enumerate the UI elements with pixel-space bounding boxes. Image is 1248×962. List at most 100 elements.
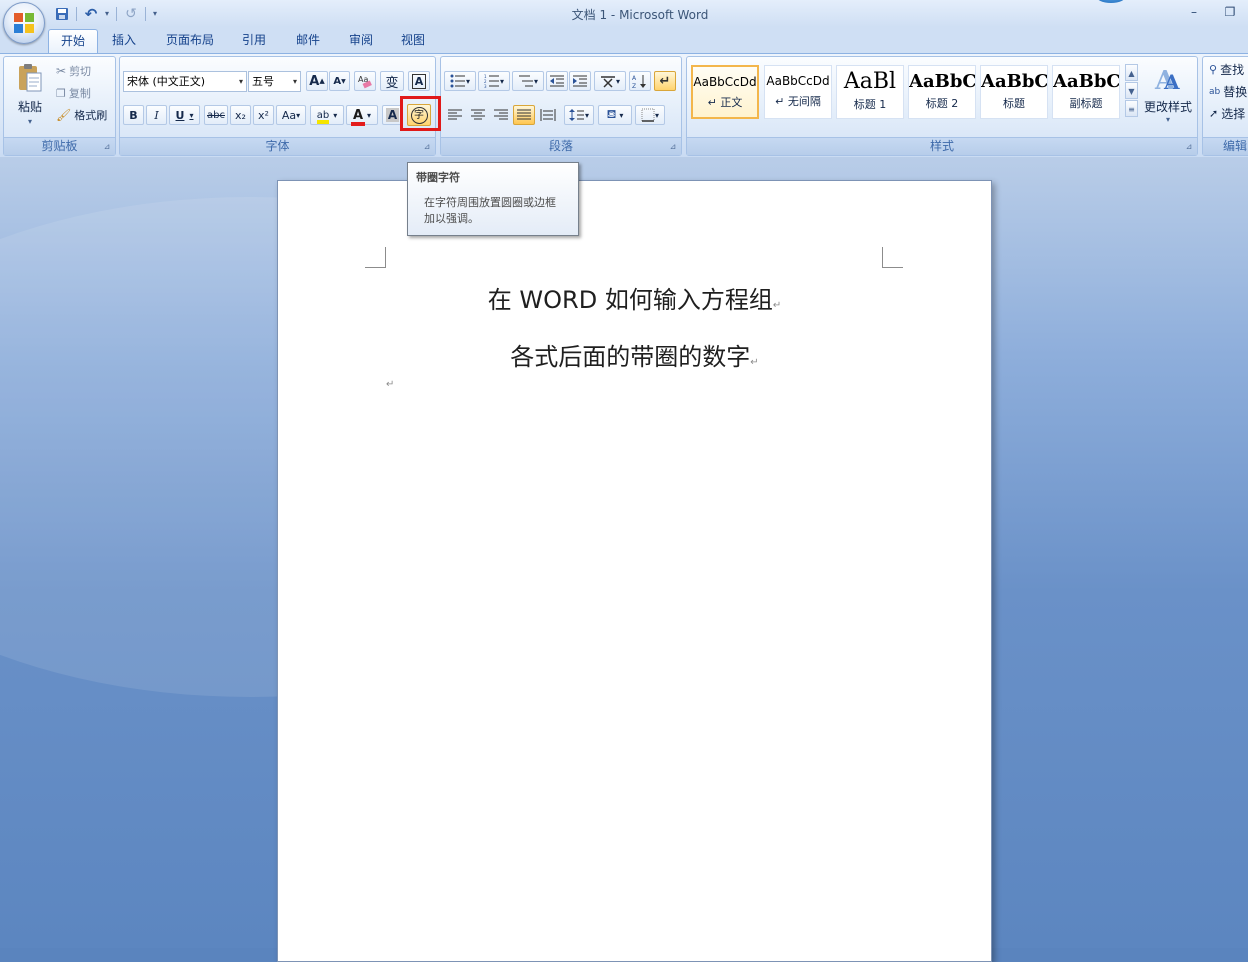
styles-group: AaBbCcDd ↵ 正文 AaBbCcDd ↵ 无间隔 AaBl 标题 1 A… xyxy=(686,56,1198,156)
strikethrough-button[interactable]: abc xyxy=(204,105,228,125)
replace-button[interactable]: ab 替换 xyxy=(1209,83,1247,100)
change-styles-button[interactable]: A A 更改样式 ▾ xyxy=(1141,61,1195,133)
tab-home[interactable]: 开始 xyxy=(48,29,99,53)
increase-indent-button[interactable] xyxy=(569,71,591,91)
style-title[interactable]: AaBbC 标题 xyxy=(980,65,1048,119)
font-size-dropdown-icon[interactable]: ▾ xyxy=(293,72,297,91)
tab-insert[interactable]: 插入 xyxy=(100,29,148,53)
style-heading-2[interactable]: AaBbC 标题 2 xyxy=(908,65,976,119)
align-left-button[interactable] xyxy=(444,105,466,125)
subscript-button[interactable]: x₂ xyxy=(230,105,251,125)
cut-button[interactable]: ✂ 剪切 xyxy=(56,61,91,81)
replace-icon: ab xyxy=(1209,86,1221,97)
tab-references[interactable]: 引用 xyxy=(230,29,278,53)
line-spacing-button[interactable]: ▾ xyxy=(564,105,594,125)
document-page[interactable]: 在 WORD 如何输入方程组↵ 各式后面的带圈的数字↵ ↵ xyxy=(277,180,992,962)
style-name: 副标题 xyxy=(1069,97,1103,110)
decrease-indent-button[interactable] xyxy=(546,71,568,91)
empty-paragraph-mark: ↵ xyxy=(386,379,395,390)
increase-indent-icon xyxy=(573,75,587,87)
style-sample: AaBbCcDd xyxy=(693,75,757,89)
style-heading-1[interactable]: AaBl 标题 1 xyxy=(836,65,904,119)
underline-button[interactable]: U ▾ xyxy=(169,105,200,125)
change-styles-dropdown-icon[interactable]: ▾ xyxy=(1141,115,1195,124)
select-button[interactable]: ➚ 选择 xyxy=(1209,105,1245,122)
chinese-layout-button[interactable]: ▾ xyxy=(594,71,626,91)
numbering-button[interactable]: 1 2 3 ▾ xyxy=(478,71,510,91)
gallery-more-icon[interactable]: ≡ xyxy=(1125,100,1138,117)
phonetic-guide-button[interactable]: 变 xyxy=(380,71,404,91)
tab-view[interactable]: 视图 xyxy=(389,29,437,53)
format-painter-label: 格式刷 xyxy=(74,109,108,122)
tab-review[interactable]: 审阅 xyxy=(337,29,385,53)
paste-button[interactable]: 粘贴 ▾ xyxy=(10,61,50,135)
format-painter-button[interactable]: 🖌 格式刷 xyxy=(56,105,107,125)
style-sample: AaBbC xyxy=(981,71,1047,92)
borders-button[interactable]: ▾ xyxy=(635,105,665,125)
help-orb-icon[interactable] xyxy=(1096,0,1126,3)
bold-icon: B xyxy=(129,108,138,122)
sort-button[interactable]: AZ xyxy=(629,71,651,91)
align-center-button[interactable] xyxy=(467,105,489,125)
superscript-button[interactable]: x² xyxy=(253,105,274,125)
document-line-1[interactable]: 在 WORD 如何输入方程组↵ xyxy=(278,280,991,315)
line-1-text: 在 WORD 如何输入方程组 xyxy=(487,286,773,314)
align-right-button[interactable] xyxy=(490,105,512,125)
font-color-dropdown-icon[interactable]: ▾ xyxy=(367,111,371,120)
font-color-icon: A xyxy=(350,107,366,126)
svg-text:Z: Z xyxy=(632,83,636,89)
minimize-icon[interactable]: – xyxy=(1182,3,1206,21)
styles-launcher-icon[interactable]: ⊿ xyxy=(1184,142,1194,152)
justify-button[interactable] xyxy=(513,105,535,125)
multilevel-list-button[interactable]: ▾ xyxy=(512,71,544,91)
document-line-2[interactable]: 各式后面的带圈的数字↵ xyxy=(278,337,991,372)
title-bar: ↶ ▾ ↺ ▾ 文档 1 - Microsoft Word – ❐ xyxy=(0,0,1248,44)
restore-icon[interactable]: ❐ xyxy=(1218,3,1242,21)
show-hide-marks-button[interactable]: ↵ xyxy=(654,71,676,91)
italic-button[interactable]: I xyxy=(146,105,167,125)
grow-font-button[interactable]: A ▲ xyxy=(306,71,328,91)
font-name-combo[interactable]: 宋体 (中文正文) ▾ xyxy=(123,71,247,92)
style-subtitle[interactable]: AaBbC 副标题 xyxy=(1052,65,1120,119)
clear-formatting-button[interactable]: Aa xyxy=(354,71,376,91)
highlight-dropdown-icon[interactable]: ▾ xyxy=(333,111,337,120)
office-logo-icon xyxy=(14,13,34,33)
copy-button[interactable]: ❐ 复制 xyxy=(56,83,91,103)
distributed-button[interactable] xyxy=(537,105,559,125)
underline-dropdown-icon[interactable]: ▾ xyxy=(189,111,193,120)
tab-page-layout[interactable]: 页面布局 xyxy=(154,29,226,53)
ribbon: 粘贴 ▾ ✂ 剪切 ❐ 复制 🖌 格式刷 剪贴板 ⊿ 宋体 (中文正文) ▾ 五… xyxy=(0,53,1248,159)
find-button[interactable]: ⚲ 查找 xyxy=(1209,61,1244,78)
paintbrush-icon: 🖌 xyxy=(56,108,72,122)
gallery-scroll-down-icon[interactable]: ▼ xyxy=(1125,82,1138,99)
font-size-value: 五号 xyxy=(252,75,274,88)
select-label: 选择 xyxy=(1221,107,1246,121)
gallery-scroll-up-icon[interactable]: ▲ xyxy=(1125,64,1138,81)
tab-mailings[interactable]: 邮件 xyxy=(284,29,332,53)
character-border-icon: A xyxy=(411,73,427,89)
font-color-button[interactable]: A ▾ xyxy=(346,105,378,126)
office-button[interactable] xyxy=(3,2,45,44)
character-border-button[interactable]: A xyxy=(408,71,430,91)
change-case-dropdown-icon[interactable]: ▾ xyxy=(296,111,300,120)
style-normal[interactable]: AaBbCcDd ↵ 正文 xyxy=(691,65,759,119)
bold-button[interactable]: B xyxy=(123,105,144,125)
style-no-spacing[interactable]: AaBbCcDd ↵ 无间隔 xyxy=(764,65,832,119)
font-color-glyph: A xyxy=(352,107,364,123)
text-highlight-button[interactable]: ab ▾ xyxy=(310,105,344,125)
change-case-button[interactable]: Aa ▾ xyxy=(276,105,306,125)
font-name-dropdown-icon[interactable]: ▾ xyxy=(239,72,243,91)
bullets-button[interactable]: ▾ xyxy=(444,71,476,91)
font-launcher-icon[interactable]: ⊿ xyxy=(422,142,432,152)
shrink-font-button[interactable]: A ▼ xyxy=(329,71,350,91)
paragraph-launcher-icon[interactable]: ⊿ xyxy=(668,142,678,152)
shading-button[interactable]: ⛾ ▾ xyxy=(598,105,632,125)
font-size-combo[interactable]: 五号 ▾ xyxy=(248,71,301,92)
clipboard-group-label: 剪贴板 xyxy=(4,137,115,155)
borders-icon xyxy=(641,108,655,122)
ribbon-tabs: 开始 插入 页面布局 引用 邮件 审阅 视图 xyxy=(0,27,1248,53)
clipboard-launcher-icon[interactable]: ⊿ xyxy=(102,142,112,152)
paste-dropdown-icon[interactable]: ▾ xyxy=(10,117,50,126)
font-group-label: 字体 xyxy=(120,137,435,155)
superscript-icon: x² xyxy=(258,108,269,122)
